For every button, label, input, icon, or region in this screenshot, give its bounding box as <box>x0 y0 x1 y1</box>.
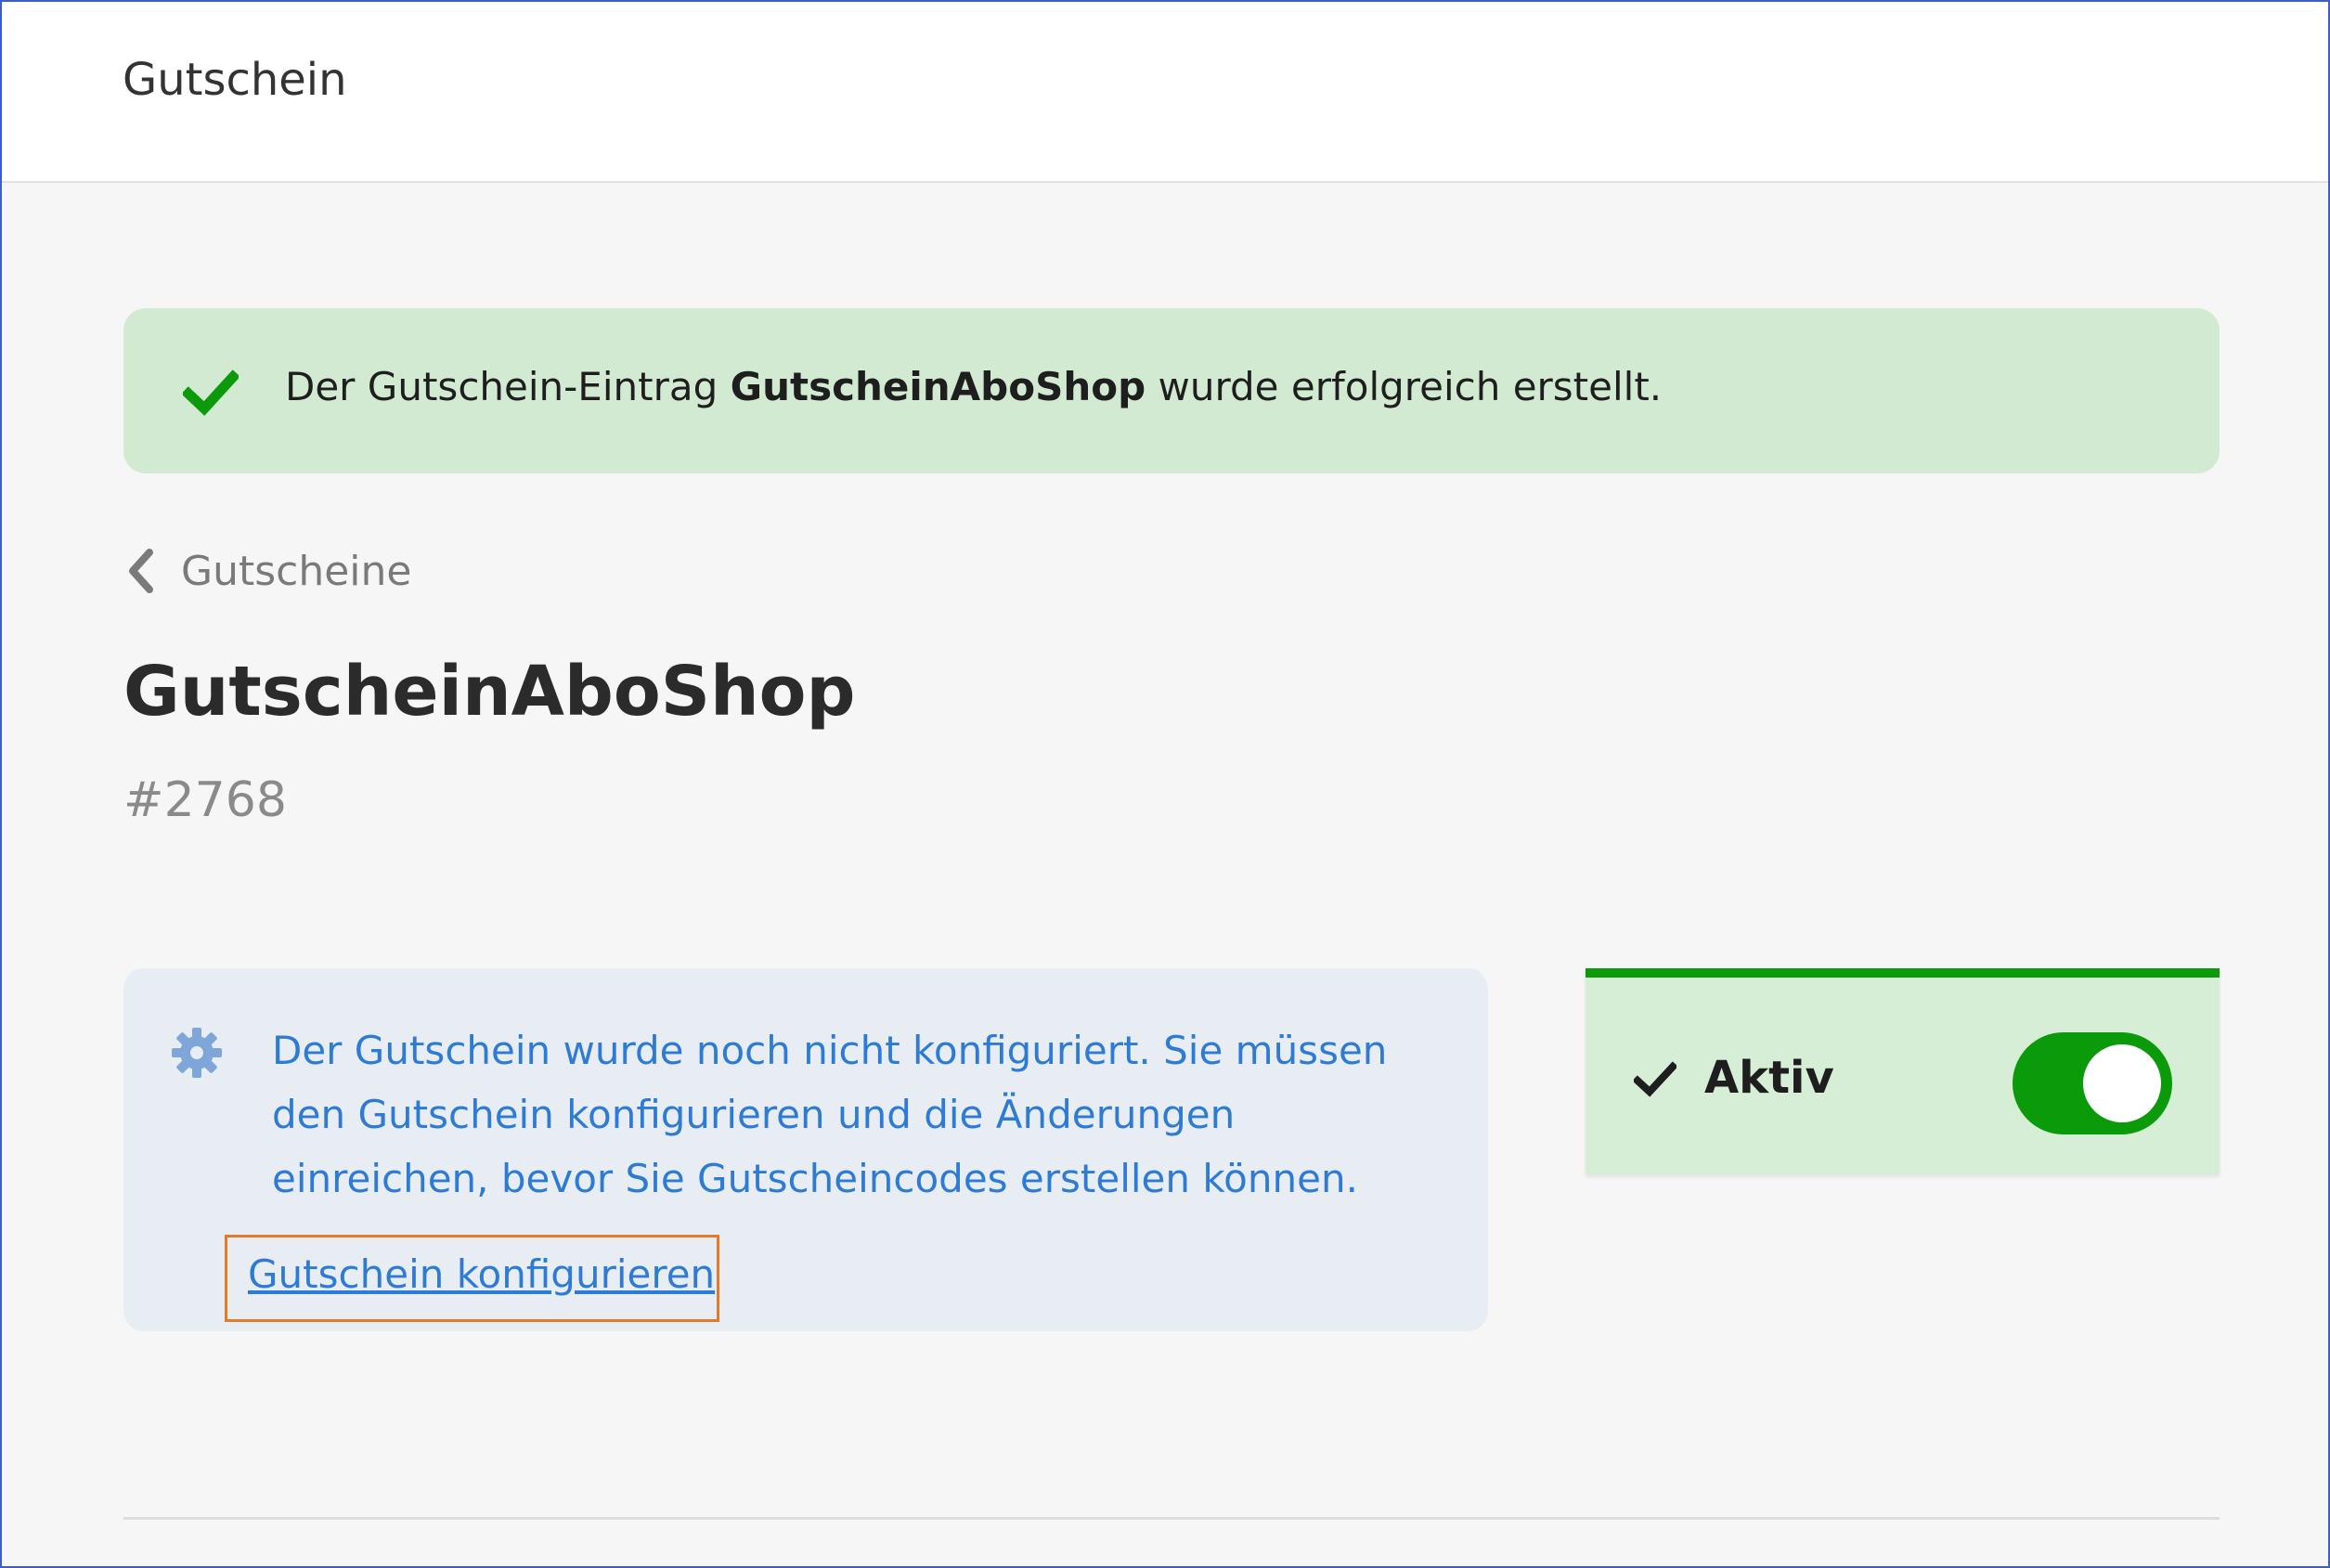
breadcrumb-back-link[interactable]: Gutscheine <box>123 540 412 602</box>
success-text-after: wurde erfolgreich erstellt. <box>1146 364 1663 409</box>
configure-link-highlight: Gutschein konfigurieren <box>225 1235 719 1322</box>
configuration-notice: Der Gutschein wurde noch nicht konfiguri… <box>123 968 1488 1331</box>
top-bar: Gutschein <box>2 2 2328 183</box>
chevron-left-icon <box>129 549 153 593</box>
entry-id: #2768 <box>123 772 287 828</box>
page-title: GutscheinAboShop <box>123 652 856 732</box>
active-toggle[interactable] <box>2013 1032 2172 1134</box>
status-label: Aktiv <box>1704 1052 1834 1104</box>
header-title: Gutschein <box>123 54 347 106</box>
checkmark-icon <box>1634 1061 1676 1097</box>
success-message: Der Gutschein-Eintrag GutscheinAboShop w… <box>285 364 1662 409</box>
configuration-notice-text: Der Gutschein wurde noch nicht konfiguri… <box>272 1028 1388 1201</box>
success-text-before: Der Gutschein-Eintrag <box>285 364 731 409</box>
configure-voucher-link[interactable]: Gutschein konfigurieren <box>248 1251 715 1297</box>
gear-icon <box>172 1028 222 1078</box>
success-banner: Der Gutschein-Eintrag GutscheinAboShop w… <box>123 308 2220 473</box>
status-card: Aktiv <box>1586 968 2220 1174</box>
toggle-knob <box>2083 1044 2161 1122</box>
divider <box>123 1517 2220 1520</box>
breadcrumb-label: Gutscheine <box>181 547 412 595</box>
success-entry-name: GutscheinAboShop <box>730 364 1146 409</box>
app-window: Gutschein Der Gutschein-Eintrag Gutschei… <box>0 0 2330 1568</box>
checkmark-icon <box>183 369 239 416</box>
